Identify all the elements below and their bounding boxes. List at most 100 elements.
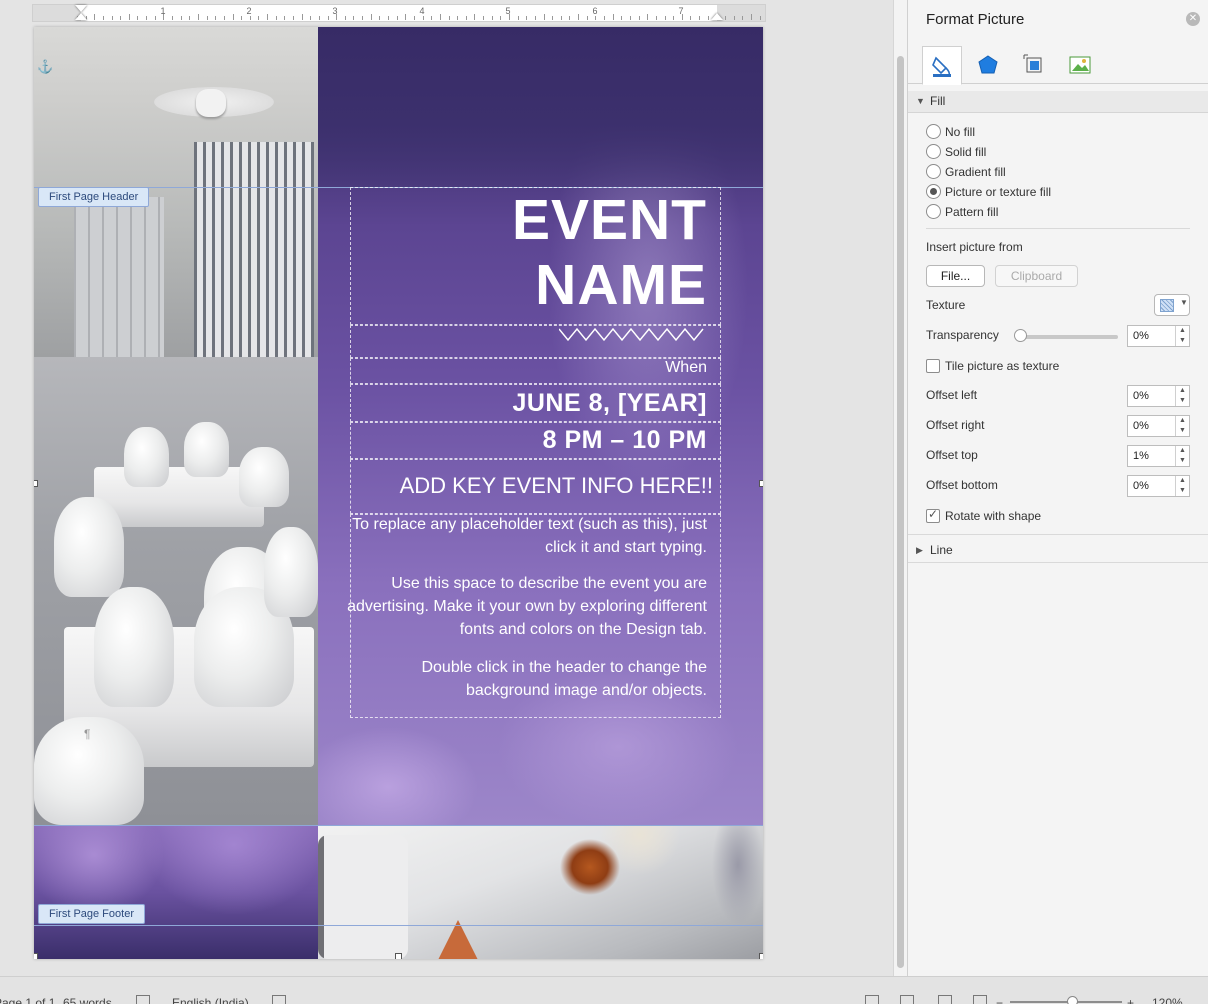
event-title-line2[interactable]: NAME — [535, 257, 707, 314]
spin-arrows-icon[interactable]: ▲ ▼ — [1175, 416, 1189, 436]
spin-arrows-icon[interactable]: ▲ ▼ — [1175, 446, 1189, 466]
ruler-tick — [344, 16, 346, 20]
fill-line-icon[interactable] — [922, 46, 962, 85]
photo-chair — [94, 587, 174, 707]
ruler-tick — [465, 16, 467, 20]
track-changes-icon[interactable] — [272, 995, 286, 1004]
expand-triangle-icon: ▶ — [916, 545, 923, 555]
zoom-slider-knob[interactable] — [1067, 996, 1078, 1004]
event-time[interactable]: 8 PM – 10 PM — [543, 426, 707, 455]
ruler-tick — [249, 16, 251, 20]
zoom-out-icon[interactable]: − — [996, 996, 1003, 1004]
offset-top-spinbox[interactable]: 1% ▲ ▼ — [1127, 445, 1190, 467]
document-page[interactable]: First Page Header First Page Footer ⚓ ¶ … — [34, 27, 763, 959]
ruler-tick — [742, 16, 744, 20]
selection-handle[interactable] — [34, 480, 38, 487]
offset-left-spinbox[interactable]: 0% ▲ ▼ — [1127, 385, 1190, 407]
insert-picture-from-label: Insert picture from — [926, 240, 1023, 254]
offset-left-label: Offset left — [926, 388, 978, 402]
key-event-info[interactable]: ADD KEY EVENT INFO HERE!! — [400, 473, 713, 499]
divider — [926, 228, 1190, 229]
body-paragraph[interactable]: Double click in the header to change the… — [347, 656, 707, 702]
horizontal-ruler[interactable]: 1 2 3 4 5 6 7 — [32, 4, 766, 22]
selection-handle[interactable] — [34, 953, 38, 959]
ruler-number: 3 — [332, 6, 338, 16]
web-layout-view-icon[interactable] — [973, 995, 987, 1004]
offset-bottom-value: 0% — [1133, 480, 1149, 492]
fill-option-label: Picture or texture fill — [945, 185, 1052, 199]
radio-button[interactable] — [926, 124, 941, 139]
spin-arrows-icon[interactable]: ▲ ▼ — [1175, 386, 1189, 406]
radio-button[interactable] — [926, 164, 941, 179]
effects-icon[interactable] — [968, 46, 1008, 84]
zoom-level[interactable]: 120% — [1152, 996, 1183, 1004]
when-label[interactable]: When — [665, 359, 707, 377]
clipboard-button[interactable]: Clipboard — [995, 265, 1078, 287]
ruler-tick — [690, 16, 692, 20]
zoom-in-icon[interactable]: + — [1127, 996, 1134, 1004]
ruler-tick — [180, 16, 182, 20]
selection-handle[interactable] — [759, 480, 763, 487]
tile-picture-checkbox[interactable] — [926, 359, 940, 373]
first-page-header-tab[interactable]: First Page Header — [38, 187, 150, 207]
transparency-slider-knob[interactable] — [1014, 329, 1027, 342]
ruler-tick — [448, 16, 450, 20]
selection-handle[interactable] — [759, 953, 763, 959]
radio-button[interactable] — [926, 204, 941, 219]
body-paragraph[interactable]: Use this space to describe the event you… — [347, 572, 707, 641]
fill-section-header[interactable]: ▼ Fill — [908, 91, 1208, 113]
offset-top-value: 1% — [1133, 450, 1149, 462]
ruler-tick — [621, 16, 623, 20]
outline-view-icon[interactable] — [900, 995, 914, 1004]
right-indent-marker[interactable] — [711, 13, 723, 20]
word-count[interactable]: 65 words — [63, 996, 112, 1004]
background-photo-left[interactable] — [34, 27, 318, 825]
first-line-indent-marker[interactable] — [75, 5, 87, 12]
left-indent-marker[interactable] — [75, 13, 87, 20]
close-pane-button[interactable]: ✕ — [1186, 12, 1200, 26]
zigzag-divider-icon — [559, 327, 704, 342]
file-button[interactable]: File... — [926, 265, 985, 287]
radio-button-selected[interactable] — [926, 184, 941, 199]
focus-view-icon[interactable] — [938, 995, 952, 1004]
document-area: 1 2 3 4 5 6 7 First Page Header First Pa… — [0, 0, 893, 976]
scrollbar-thumb[interactable] — [897, 56, 904, 968]
ruler-tick — [517, 16, 519, 20]
picture-icon[interactable] — [1060, 46, 1100, 84]
vertical-scrollbar[interactable] — [893, 0, 907, 976]
zoom-slider[interactable] — [1010, 1001, 1122, 1003]
ruler-tick — [526, 16, 528, 20]
ruler-tick — [327, 16, 329, 20]
ruler-tick — [94, 14, 96, 20]
ruler-tick — [422, 16, 424, 20]
ruler-tick — [137, 16, 139, 20]
line-section-header[interactable]: ▶ Line — [908, 540, 1208, 562]
transparency-slider[interactable] — [1020, 335, 1118, 339]
print-layout-view-icon[interactable] — [865, 995, 879, 1004]
radio-button[interactable] — [926, 144, 941, 159]
proofing-icon[interactable] — [136, 995, 150, 1004]
language-indicator[interactable]: English (India) — [172, 996, 249, 1004]
page-count[interactable]: Page 1 of 1 — [0, 996, 55, 1004]
transparency-spinbox[interactable]: 0% ▲ ▼ — [1127, 325, 1190, 347]
offset-bottom-spinbox[interactable]: 0% ▲ ▼ — [1127, 475, 1190, 497]
texture-picker-button[interactable]: ▼ — [1154, 294, 1190, 316]
fill-section-label: Fill — [930, 94, 946, 108]
first-page-footer-tab[interactable]: First Page Footer — [38, 904, 145, 924]
anchor-icon[interactable]: ⚓ — [37, 59, 53, 75]
selection-handle[interactable] — [395, 953, 402, 959]
texture-label: Texture — [926, 298, 966, 312]
ruler-tick — [707, 16, 709, 20]
body-paragraph[interactable]: To replace any placeholder text (such as… — [347, 513, 707, 559]
rotate-with-shape-checkbox[interactable] — [926, 507, 940, 523]
offset-right-spinbox[interactable]: 0% ▲ ▼ — [1127, 415, 1190, 437]
ruler-number: 7 — [678, 6, 684, 16]
event-title-line1[interactable]: EVENT — [512, 192, 707, 249]
event-date[interactable]: JUNE 8, [YEAR] — [512, 389, 707, 418]
spin-arrows-icon[interactable]: ▲ ▼ — [1175, 326, 1189, 346]
spin-arrows-icon[interactable]: ▲ ▼ — [1175, 476, 1189, 496]
size-properties-icon[interactable] — [1014, 46, 1054, 84]
ruler-tick — [146, 16, 148, 20]
transparency-value: 0% — [1133, 330, 1149, 342]
ruler-number: 6 — [592, 6, 598, 16]
